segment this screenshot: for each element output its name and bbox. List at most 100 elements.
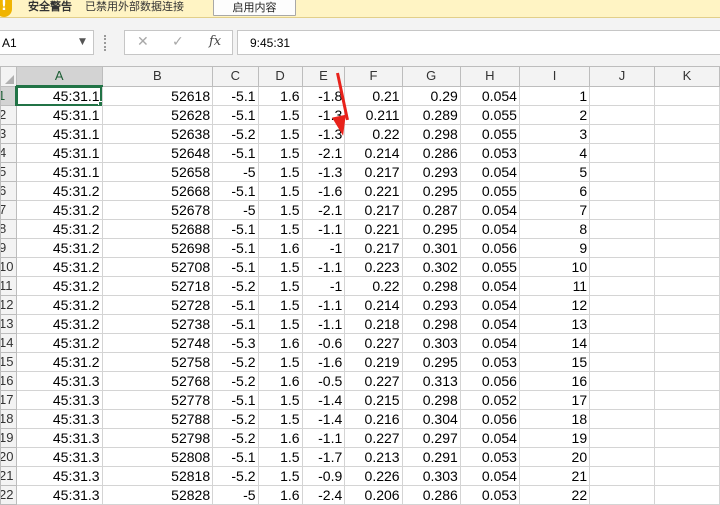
cell-c11[interactable]: -5.2 <box>212 276 259 296</box>
cell-k19[interactable] <box>653 428 720 448</box>
cell-k2[interactable] <box>653 105 720 125</box>
cell-c15[interactable]: -5.2 <box>212 352 259 372</box>
formula-input[interactable]: 9:45:31 <box>237 30 720 55</box>
cell-h5[interactable]: 0.054 <box>459 162 520 182</box>
column-header-c[interactable]: C <box>212 66 259 87</box>
cell-a8[interactable]: 45:31.2 <box>15 219 103 239</box>
cell-k6[interactable] <box>653 181 720 201</box>
cell-i1[interactable]: 1 <box>518 85 591 106</box>
cell-c8[interactable]: -5.1 <box>212 219 259 239</box>
cell-f3[interactable]: 0.22 <box>344 124 403 144</box>
cell-b4[interactable]: 52648 <box>101 143 214 163</box>
cell-f9[interactable]: 0.217 <box>344 238 403 258</box>
cell-g20[interactable]: 0.291 <box>401 447 461 467</box>
cell-g18[interactable]: 0.304 <box>401 409 461 429</box>
cell-g6[interactable]: 0.295 <box>401 181 461 201</box>
cell-a13[interactable]: 45:31.2 <box>15 314 103 334</box>
cell-i13[interactable]: 13 <box>518 314 591 334</box>
cell-h8[interactable]: 0.054 <box>459 219 520 239</box>
cell-e13[interactable]: -1.1 <box>301 314 346 334</box>
cell-i14[interactable]: 14 <box>518 333 591 353</box>
cell-a18[interactable]: 45:31.3 <box>15 409 103 429</box>
cell-e8[interactable]: -1.1 <box>301 219 346 239</box>
cell-f21[interactable]: 0.226 <box>344 466 403 486</box>
cell-j19[interactable] <box>589 428 655 448</box>
cell-j6[interactable] <box>589 181 655 201</box>
cell-a19[interactable]: 45:31.3 <box>15 428 103 448</box>
cell-h16[interactable]: 0.056 <box>459 371 520 391</box>
row-header[interactable]: 14 <box>0 333 17 353</box>
cell-c13[interactable]: -5.1 <box>212 314 259 334</box>
cell-j3[interactable] <box>589 124 655 144</box>
cell-h18[interactable]: 0.056 <box>459 409 520 429</box>
cell-d21[interactable]: 1.5 <box>257 466 303 486</box>
cell-a1[interactable]: 45:31.1 <box>15 85 103 106</box>
cell-e5[interactable]: -1.3 <box>301 162 346 182</box>
cell-b16[interactable]: 52768 <box>101 371 214 391</box>
cell-c2[interactable]: -5.1 <box>212 105 259 125</box>
cell-f10[interactable]: 0.223 <box>344 257 403 277</box>
cell-g7[interactable]: 0.287 <box>401 200 461 220</box>
cell-g15[interactable]: 0.295 <box>401 352 461 372</box>
column-header-j[interactable]: J <box>589 66 655 87</box>
cell-h14[interactable]: 0.054 <box>459 333 520 353</box>
cell-i19[interactable]: 19 <box>518 428 591 448</box>
name-box[interactable]: A1 ▼ <box>0 30 94 55</box>
cell-j15[interactable] <box>589 352 655 372</box>
check-icon[interactable]: ✓ <box>172 34 184 50</box>
cell-d20[interactable]: 1.5 <box>257 447 303 467</box>
cell-k14[interactable] <box>653 333 720 353</box>
cell-f11[interactable]: 0.22 <box>344 276 403 296</box>
cell-j20[interactable] <box>589 447 655 467</box>
cell-f20[interactable]: 0.213 <box>344 447 403 467</box>
cell-i16[interactable]: 16 <box>518 371 591 391</box>
cell-c9[interactable]: -5.1 <box>212 238 259 258</box>
cell-e19[interactable]: -1.1 <box>301 428 346 448</box>
cell-c21[interactable]: -5.2 <box>212 466 259 486</box>
cell-d14[interactable]: 1.6 <box>257 333 303 353</box>
cell-h7[interactable]: 0.054 <box>459 200 520 220</box>
cell-i7[interactable]: 7 <box>518 200 591 220</box>
cell-h1[interactable]: 0.054 <box>459 85 520 106</box>
row-header[interactable]: 19 <box>0 428 17 448</box>
row-header[interactable]: 17 <box>0 390 17 410</box>
cell-b21[interactable]: 52818 <box>101 466 214 486</box>
cell-d8[interactable]: 1.5 <box>257 219 303 239</box>
cell-a21[interactable]: 45:31.3 <box>15 466 103 486</box>
row-header[interactable]: 13 <box>0 314 17 334</box>
cell-i18[interactable]: 18 <box>518 409 591 429</box>
row-header[interactable]: 5 <box>0 162 17 182</box>
cell-d7[interactable]: 1.5 <box>257 200 303 220</box>
cell-k11[interactable] <box>653 276 720 296</box>
cell-b6[interactable]: 52668 <box>101 181 214 201</box>
cell-j8[interactable] <box>589 219 655 239</box>
cell-i3[interactable]: 3 <box>518 124 591 144</box>
cell-d15[interactable]: 1.5 <box>257 352 303 372</box>
cell-d6[interactable]: 1.5 <box>257 181 303 201</box>
cell-a14[interactable]: 45:31.2 <box>15 333 103 353</box>
cell-d18[interactable]: 1.5 <box>257 409 303 429</box>
cell-g13[interactable]: 0.298 <box>401 314 461 334</box>
cell-j17[interactable] <box>589 390 655 410</box>
cell-e4[interactable]: -2.1 <box>301 143 346 163</box>
row-header[interactable]: 9 <box>0 238 17 258</box>
row-header[interactable]: 6 <box>0 181 17 201</box>
cell-b8[interactable]: 52688 <box>101 219 214 239</box>
cell-j9[interactable] <box>589 238 655 258</box>
cell-f4[interactable]: 0.214 <box>344 143 403 163</box>
cell-i11[interactable]: 11 <box>518 276 591 296</box>
cell-j16[interactable] <box>589 371 655 391</box>
column-header-d[interactable]: D <box>257 66 303 87</box>
cell-b7[interactable]: 52678 <box>101 200 214 220</box>
cell-b15[interactable]: 52758 <box>101 352 214 372</box>
cell-e18[interactable]: -1.4 <box>301 409 346 429</box>
cell-c19[interactable]: -5.2 <box>212 428 259 448</box>
cell-g4[interactable]: 0.286 <box>401 143 461 163</box>
cell-e9[interactable]: -1 <box>301 238 346 258</box>
cell-j2[interactable] <box>589 105 655 125</box>
row-header[interactable]: 8 <box>0 219 17 239</box>
cell-i15[interactable]: 15 <box>518 352 591 372</box>
cell-g19[interactable]: 0.297 <box>401 428 461 448</box>
cell-b19[interactable]: 52798 <box>101 428 214 448</box>
row-header[interactable]: 4 <box>0 143 17 163</box>
